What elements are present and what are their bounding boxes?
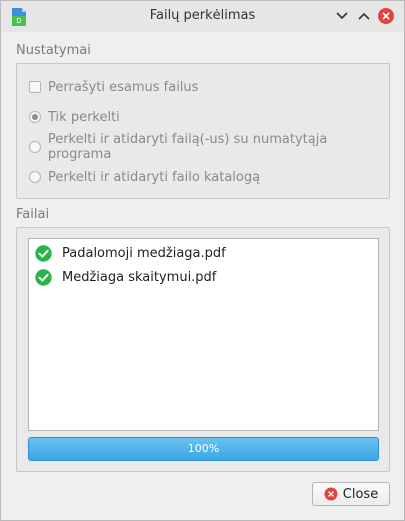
close-button[interactable]: Close — [312, 482, 390, 506]
files-list[interactable]: Padalomoji medžiaga.pdf Medžiaga skaitym… — [28, 238, 379, 431]
settings-group-title: Nustatymai — [16, 43, 91, 58]
radio-move-and-open-folder[interactable]: Perkelti ir atidaryti failo katalogą — [29, 168, 260, 186]
files-group-title: Failai — [16, 207, 50, 222]
chevron-down-icon[interactable] — [333, 7, 351, 25]
overwrite-label: Perrašyti esamus failus — [48, 79, 199, 95]
radio-label: Tik perkelti — [48, 109, 120, 125]
overwrite-checkbox[interactable]: Perrašyti esamus failus — [29, 78, 198, 96]
check-circle-icon — [35, 268, 52, 286]
radio-move-only[interactable]: Tik perkelti — [29, 108, 120, 126]
close-button-label: Close — [342, 486, 379, 502]
file-name: Medžiaga skaitymui.pdf — [62, 269, 217, 285]
files-group: Padalomoji medžiaga.pdf Medžiaga skaitym… — [16, 227, 390, 472]
radio-icon — [29, 141, 41, 153]
check-circle-icon — [35, 244, 52, 262]
file-transfer-dialog: D Failų perkėlimas Nustatymai Perrašyti … — [0, 0, 405, 521]
file-name: Padalomoji medžiaga.pdf — [62, 245, 226, 261]
radio-selected-icon — [29, 111, 41, 123]
progress-bar: 100% — [28, 437, 379, 461]
close-icon[interactable] — [377, 7, 395, 25]
progress-text: 100% — [187, 442, 220, 455]
radio-label: Perkelti ir atidaryti failą(-us) su numa… — [47, 132, 328, 162]
settings-group: Perrašyti esamus failus Tik perkelti Per… — [16, 63, 390, 199]
title-bar[interactable]: D Failų perkėlimas — [1, 1, 404, 32]
checkbox-icon — [29, 81, 41, 93]
chevron-up-icon[interactable] — [355, 7, 373, 25]
list-item[interactable]: Padalomoji medžiaga.pdf — [35, 243, 226, 263]
radio-move-and-open[interactable]: Perkelti ir atidaryti failą(-us) su numa… — [29, 132, 389, 162]
list-item[interactable]: Medžiaga skaitymui.pdf — [35, 267, 216, 287]
radio-icon — [29, 171, 41, 183]
close-icon — [324, 487, 338, 501]
radio-label: Perkelti ir atidaryti failo katalogą — [48, 169, 261, 185]
